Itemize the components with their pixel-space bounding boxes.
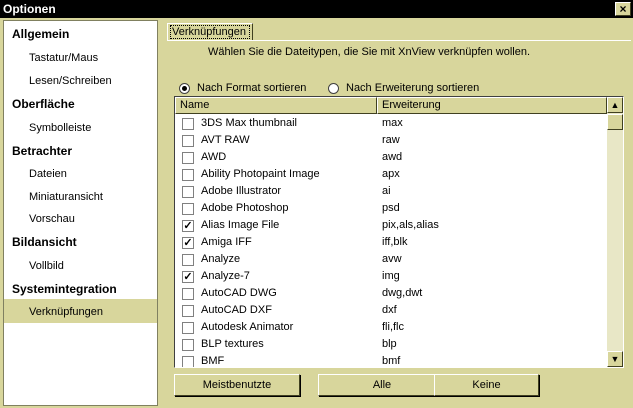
tab-panel-border xyxy=(167,40,631,41)
table-row[interactable]: ✓ Alias Image File pix,als,alias xyxy=(175,217,607,234)
sort-by-extension-radio[interactable]: Nach Erweiterung sortieren xyxy=(328,82,479,94)
row-checkbox[interactable] xyxy=(182,152,194,164)
row-checkbox[interactable]: ✓ xyxy=(182,271,194,283)
row-extension: ai xyxy=(382,185,391,197)
table-row[interactable]: Adobe Illustrator ai xyxy=(175,183,607,200)
sidebar-item-miniaturansicht[interactable]: Miniaturansicht xyxy=(29,191,103,203)
row-checkbox[interactable]: ✓ xyxy=(182,237,194,249)
row-checkbox[interactable] xyxy=(182,135,194,147)
radio-selected-icon xyxy=(179,82,190,94)
window-title: Optionen xyxy=(3,2,56,16)
scroll-up-icon[interactable]: ▲ xyxy=(607,97,623,113)
table-row[interactable]: Autodesk Animator fli,flc xyxy=(175,319,607,336)
sidebar-item-tastatur-maus[interactable]: Tastatur/Maus xyxy=(29,52,98,64)
table-row[interactable]: AutoCAD DWG dwg,dwt xyxy=(175,285,607,302)
row-extension: avw xyxy=(382,253,402,265)
row-name: AutoCAD DWG xyxy=(201,287,277,299)
sidebar-category-bildansicht[interactable]: Bildansicht xyxy=(12,235,77,249)
sort-by-extension-label: Nach Erweiterung sortieren xyxy=(346,82,480,94)
sort-by-format-radio[interactable]: Nach Format sortieren xyxy=(179,82,306,94)
table-row[interactable]: Analyze avw xyxy=(175,251,607,268)
row-name: BLP textures xyxy=(201,338,264,350)
sidebar-item-vorschau[interactable]: Vorschau xyxy=(29,213,75,225)
row-name: Adobe Photoshop xyxy=(201,202,289,214)
row-name: BMF xyxy=(201,355,225,367)
row-name: 3DS Max thumbnail xyxy=(201,117,297,129)
most-used-button[interactable]: Meistbenutzte xyxy=(174,374,300,396)
file-type-list[interactable]: Name Erweiterung 3DS Max thumbnail max AVT… xyxy=(174,96,624,368)
sort-by-format-label: Nach Format sortieren xyxy=(197,82,307,94)
row-checkbox[interactable] xyxy=(182,169,194,181)
sidebar-item-verknuepfungen[interactable]: Verknüpfungen xyxy=(29,306,103,318)
row-name: Analyze-7 xyxy=(201,270,250,282)
row-extension: pix,als,alias xyxy=(382,219,439,231)
all-button[interactable]: Alle xyxy=(318,374,446,396)
sidebar-category-oberflaeche[interactable]: Oberfläche xyxy=(12,97,75,111)
table-row[interactable]: AutoCAD DXF dxf xyxy=(175,302,607,319)
vertical-scrollbar[interactable]: ▲ ▼ xyxy=(607,97,623,367)
row-name: AWD xyxy=(201,151,227,163)
row-checkbox[interactable] xyxy=(182,118,194,130)
row-name: Analyze xyxy=(201,253,241,265)
row-extension: fli,flc xyxy=(382,321,404,333)
radio-unselected-icon xyxy=(328,82,339,94)
scroll-thumb[interactable] xyxy=(607,114,623,130)
row-extension: dwg,dwt xyxy=(382,287,423,299)
row-extension: dxf xyxy=(382,304,397,316)
sidebar-category-allgemein[interactable]: Allgemein xyxy=(12,27,69,41)
row-extension: apx xyxy=(382,168,400,180)
title-bar: Optionen × xyxy=(0,0,633,18)
table-row[interactable]: AVT RAW raw xyxy=(175,132,607,149)
row-extension: iff,blk xyxy=(382,236,408,248)
table-row[interactable]: ✓ Analyze-7 img xyxy=(175,268,607,285)
column-header-name[interactable]: Name xyxy=(175,97,377,114)
sidebar-category-systemintegration[interactable]: Systemintegration xyxy=(12,282,117,296)
none-button[interactable]: Keine xyxy=(434,374,539,396)
row-checkbox[interactable] xyxy=(182,356,194,367)
row-extension: img xyxy=(382,270,400,282)
table-row[interactable]: ✓ Amiga IFF iff,blk xyxy=(175,234,607,251)
sidebar-item-dateien[interactable]: Dateien xyxy=(29,168,67,180)
row-checkbox[interactable] xyxy=(182,254,194,266)
table-row[interactable]: AWD awd xyxy=(175,149,607,166)
row-extension: raw xyxy=(382,134,400,146)
table-row[interactable]: 3DS Max thumbnail max xyxy=(175,115,607,132)
row-name: Alias Image File xyxy=(201,219,280,231)
tab-verknuepfungen[interactable]: Verknüpfungen xyxy=(167,23,253,40)
row-extension: awd xyxy=(382,151,403,163)
sidebar-item-lesen-schreiben[interactable]: Lesen/Schreiben xyxy=(29,75,112,87)
row-extension: psd xyxy=(382,202,400,214)
row-checkbox[interactable] xyxy=(182,305,194,317)
row-extension: blp xyxy=(382,338,397,350)
row-name: Ability Photopaint Image xyxy=(201,168,320,180)
row-checkbox[interactable]: ✓ xyxy=(182,220,194,232)
sidebar-item-symbolleiste[interactable]: Symbolleiste xyxy=(29,122,91,134)
sidebar-item-vollbild[interactable]: Vollbild xyxy=(29,260,64,272)
close-button[interactable]: × xyxy=(615,2,631,16)
table-row[interactable]: BLP textures blp xyxy=(175,336,607,353)
table-row[interactable]: Ability Photopaint Image apx xyxy=(175,166,607,183)
row-name: Amiga IFF xyxy=(201,236,252,248)
instruction-text: Wählen Sie die Dateitypen, die Sie mit X… xyxy=(208,46,531,58)
row-name: AutoCAD DXF xyxy=(201,304,272,316)
row-checkbox[interactable] xyxy=(182,339,194,351)
row-checkbox[interactable] xyxy=(182,203,194,215)
sidebar-category-betrachter[interactable]: Betrachter xyxy=(12,144,72,158)
row-name: AVT RAW xyxy=(201,134,250,146)
table-row[interactable]: Adobe Photoshop psd xyxy=(175,200,607,217)
tab-label: Verknüpfungen xyxy=(172,26,247,38)
row-extension: max xyxy=(382,117,403,129)
scroll-down-icon[interactable]: ▼ xyxy=(607,351,623,367)
row-checkbox[interactable] xyxy=(182,186,194,198)
options-sidebar: Allgemein Tastatur/Maus Lesen/Schreiben … xyxy=(3,20,158,406)
row-name: Autodesk Animator xyxy=(201,321,294,333)
row-checkbox[interactable] xyxy=(182,288,194,300)
row-checkbox[interactable] xyxy=(182,322,194,334)
row-extension: bmf xyxy=(382,355,401,367)
table-row[interactable]: BMF bmf xyxy=(175,353,607,367)
row-name: Adobe Illustrator xyxy=(201,185,282,197)
column-header-erweiterung[interactable]: Erweiterung xyxy=(377,97,607,114)
